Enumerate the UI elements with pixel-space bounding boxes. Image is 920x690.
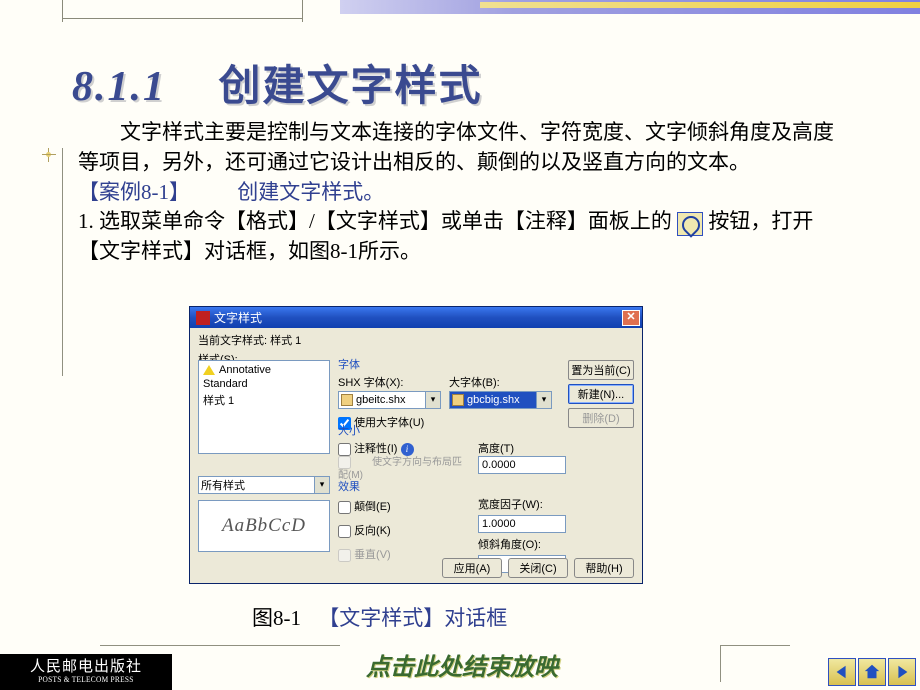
big-font-label: 大字体(B): [449, 374, 552, 390]
help-button[interactable]: 帮助(H) [574, 558, 634, 578]
shx-font-combo[interactable]: gbeitc.shx ▾ [338, 391, 441, 409]
font-group: 字体 SHX 字体(X): gbeitc.shx ▾ 大字体(B): gbcbi… [338, 356, 552, 430]
current-style-label: 当前文字样式: 样式 1 [198, 332, 634, 348]
text-style-dialog: 文字样式 ✕ 当前文字样式: 样式 1 样式(S): Annotative St… [189, 306, 643, 584]
upside-down-checkbox[interactable]: 颠倒(E) [338, 498, 468, 514]
prev-slide-button[interactable] [828, 658, 856, 686]
end-slideshow-link[interactable]: 点击此处结束放映 [366, 647, 558, 682]
chevron-down-icon[interactable]: ▾ [426, 391, 441, 409]
dialog-titlebar[interactable]: 文字样式 ✕ [190, 307, 642, 328]
step-1: 1. 选取菜单命令【格式】/【文字样式】或单击【注释】面板上的 按钮，打开【文字… [78, 207, 838, 267]
close-icon[interactable]: ✕ [622, 310, 640, 326]
font-group-label: 字体 [338, 356, 552, 372]
height-label: 高度(T) [478, 443, 514, 455]
page-title: 8.1.1 创建文字样式 [72, 52, 483, 113]
list-item[interactable]: Standard [201, 377, 327, 391]
annotative-checkbox[interactable]: 注释性(I) i [338, 440, 468, 456]
chevron-down-icon[interactable]: ▾ [537, 391, 552, 409]
shx-font-label: SHX 字体(X): [338, 374, 441, 390]
list-item[interactable]: Annotative [201, 363, 327, 377]
figure-caption: 图8-1 【文字样式】对话框 [252, 602, 507, 632]
big-font-combo[interactable]: gbcbig.shx ▾ [449, 391, 552, 409]
footer-rule-v [720, 646, 721, 682]
body-text: 文字样式主要是控制与文本连接的字体文件、字符宽度、文字倾斜角度及高度等项目，另外… [78, 118, 838, 267]
oblique-label: 倾斜角度(O): [478, 536, 570, 552]
top-decoration [0, 0, 920, 28]
dialog-title: 文字样式 [214, 309, 622, 326]
case-text: 创建文字样式。 [237, 180, 384, 204]
intro-paragraph: 文字样式主要是控制与文本连接的字体文件、字符宽度、文字倾斜角度及高度等项目，另外… [78, 118, 838, 178]
styles-listbox[interactable]: Annotative Standard 样式 1 [198, 360, 330, 454]
text-style-icon [677, 212, 703, 236]
apply-button[interactable]: 应用(A) [442, 558, 502, 578]
step-1a: 1. 选取菜单命令【格式】/【文字样式】或单击【注释】面板上的 [78, 209, 677, 233]
info-icon[interactable]: i [401, 443, 414, 456]
case-label: 【案例8-1】 [78, 180, 190, 204]
left-rule [62, 148, 63, 376]
footer-rule-left [100, 645, 340, 646]
new-style-button[interactable]: 新建(N)... [568, 384, 634, 404]
set-current-button[interactable]: 置为当前(C) [568, 360, 634, 380]
size-group: 大小 注释性(I) i 使文字方向与布局匹配(M) 高度(T) [338, 422, 628, 481]
publisher-logo: 人民邮电出版社 POSTS & TELECOM PRESS [0, 654, 172, 690]
chevron-down-icon[interactable]: ▾ [315, 476, 330, 494]
nav-buttons [828, 658, 916, 686]
effects-group-label: 效果 [338, 478, 628, 494]
font-file-icon [452, 394, 464, 406]
close-button[interactable]: 关闭(C) [508, 558, 568, 578]
width-factor-label: 宽度因子(W): [478, 496, 570, 512]
backwards-checkbox[interactable]: 反向(K) [338, 522, 468, 538]
warning-icon [203, 365, 215, 375]
footer-rule-right [720, 645, 790, 646]
section-title: 创建文字样式 [219, 64, 483, 110]
section-number: 8.1.1 [72, 64, 166, 110]
preview-box: AaBbCcD [198, 500, 330, 552]
font-file-icon [341, 394, 353, 406]
height-field[interactable] [478, 456, 566, 474]
home-button[interactable] [858, 658, 886, 686]
size-group-label: 大小 [338, 422, 628, 438]
next-slide-button[interactable] [888, 658, 916, 686]
app-icon [196, 311, 210, 325]
width-factor-field[interactable] [478, 515, 566, 533]
side-bullet-icon [42, 148, 62, 162]
all-styles-combo[interactable]: 所有样式 ▾ [198, 476, 330, 494]
list-item[interactable]: 样式 1 [201, 391, 327, 409]
